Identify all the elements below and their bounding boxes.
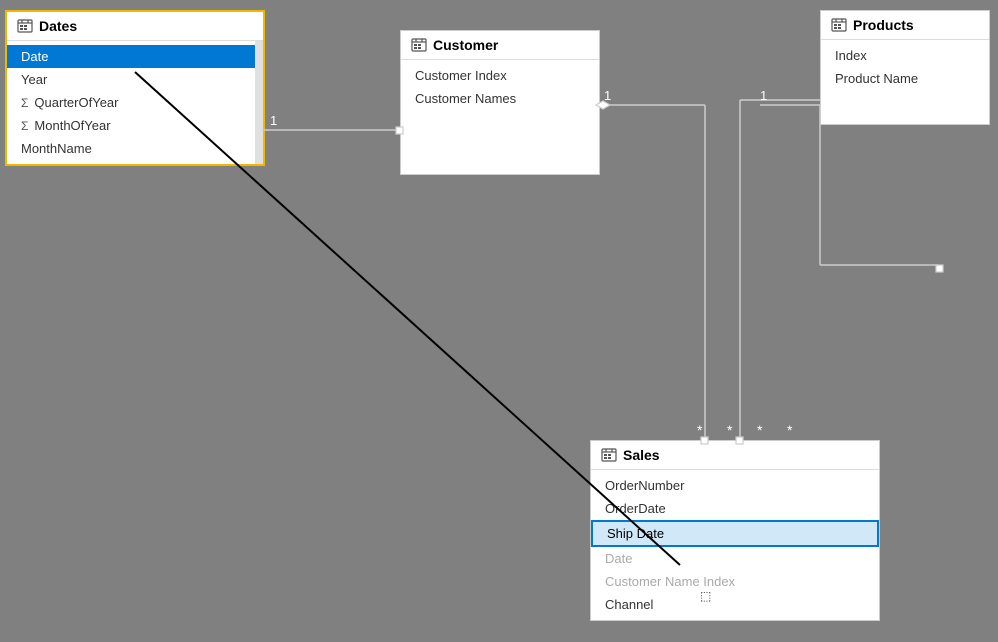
sales-table-icon [601, 447, 617, 463]
products-row-name-label: Product Name [835, 71, 918, 86]
svg-text:1: 1 [604, 88, 611, 103]
customer-table-body: Customer Index Customer Names [401, 60, 599, 174]
customer-table-title: Customer [433, 37, 498, 53]
svg-text:*: * [757, 422, 763, 438]
products-row-index-label: Index [835, 48, 867, 63]
dates-row-date[interactable]: Date [7, 45, 263, 68]
dates-row-quarterofyear[interactable]: Σ QuarterOfYear [7, 91, 263, 114]
sales-row-date-label: Date [605, 551, 632, 566]
customer-row-index[interactable]: Customer Index [401, 64, 599, 87]
customer-table-spacer [401, 110, 599, 170]
products-row-index[interactable]: Index [821, 44, 989, 67]
dates-table-header: Dates [7, 12, 263, 41]
dates-table-title: Dates [39, 18, 77, 34]
svg-text:*: * [787, 422, 793, 438]
customer-row-names-label: Customer Names [415, 91, 516, 106]
dates-row-year-label: Year [21, 72, 47, 87]
sales-row-date[interactable]: Date [591, 547, 879, 570]
sales-row-customernameindex[interactable]: Customer Name Index [591, 570, 879, 593]
products-table-header: Products [821, 11, 989, 40]
customer-row-names[interactable]: Customer Names [401, 87, 599, 110]
sales-table-body: OrderNumber OrderDate Ship Date Date Cus… [591, 470, 879, 620]
products-table: Products Index Product Name [820, 10, 990, 125]
customer-table-header: Customer [401, 31, 599, 60]
customer-table: Customer Customer Index Customer Names [400, 30, 600, 175]
svg-text:*: * [697, 422, 703, 438]
sales-row-ordernumber-label: OrderNumber [605, 478, 684, 493]
dates-row-monthname-label: MonthName [21, 141, 92, 156]
products-table-icon [831, 17, 847, 33]
sales-row-customernameindex-label: Customer Name Index [605, 574, 735, 589]
sales-table-header: Sales [591, 441, 879, 470]
products-table-title: Products [853, 17, 914, 33]
dates-row-date-label: Date [21, 49, 48, 64]
dates-row-monthofyear[interactable]: Σ MonthOfYear [7, 114, 263, 137]
dates-table: Dates Date Year Σ QuarterOfYear Σ MonthO… [5, 10, 265, 166]
sales-row-orderdate-label: OrderDate [605, 501, 666, 516]
svg-text:1: 1 [270, 113, 277, 128]
sigma-icon-1: Σ [21, 96, 28, 110]
sales-row-orderdate[interactable]: OrderDate [591, 497, 879, 520]
svg-text:*: * [727, 422, 733, 438]
dates-table-body: Date Year Σ QuarterOfYear Σ MonthOfYear … [7, 41, 263, 164]
svg-text:1: 1 [760, 88, 767, 103]
products-table-spacer [821, 90, 989, 120]
dates-row-year[interactable]: Year [7, 68, 263, 91]
sales-table-title: Sales [623, 447, 660, 463]
sales-row-shipdate-label: Ship Date [607, 526, 664, 541]
dates-row-quarterofyear-label: QuarterOfYear [34, 95, 118, 110]
dates-table-icon [17, 18, 33, 34]
dates-row-monthname[interactable]: MonthName [7, 137, 263, 160]
products-table-body: Index Product Name [821, 40, 989, 124]
sales-table: Sales OrderNumber OrderDate Ship Date Da… [590, 440, 880, 621]
sales-row-shipdate[interactable]: Ship Date [591, 520, 879, 547]
sigma-icon-2: Σ [21, 119, 28, 133]
customer-row-index-label: Customer Index [415, 68, 507, 83]
products-row-name[interactable]: Product Name [821, 67, 989, 90]
customer-table-icon [411, 37, 427, 53]
dates-row-monthofyear-label: MonthOfYear [34, 118, 110, 133]
sales-row-channel-label: Channel [605, 597, 653, 612]
sales-row-ordernumber[interactable]: OrderNumber [591, 474, 879, 497]
dates-scrollbar[interactable] [255, 41, 263, 164]
sales-row-channel[interactable]: Channel [591, 593, 879, 616]
